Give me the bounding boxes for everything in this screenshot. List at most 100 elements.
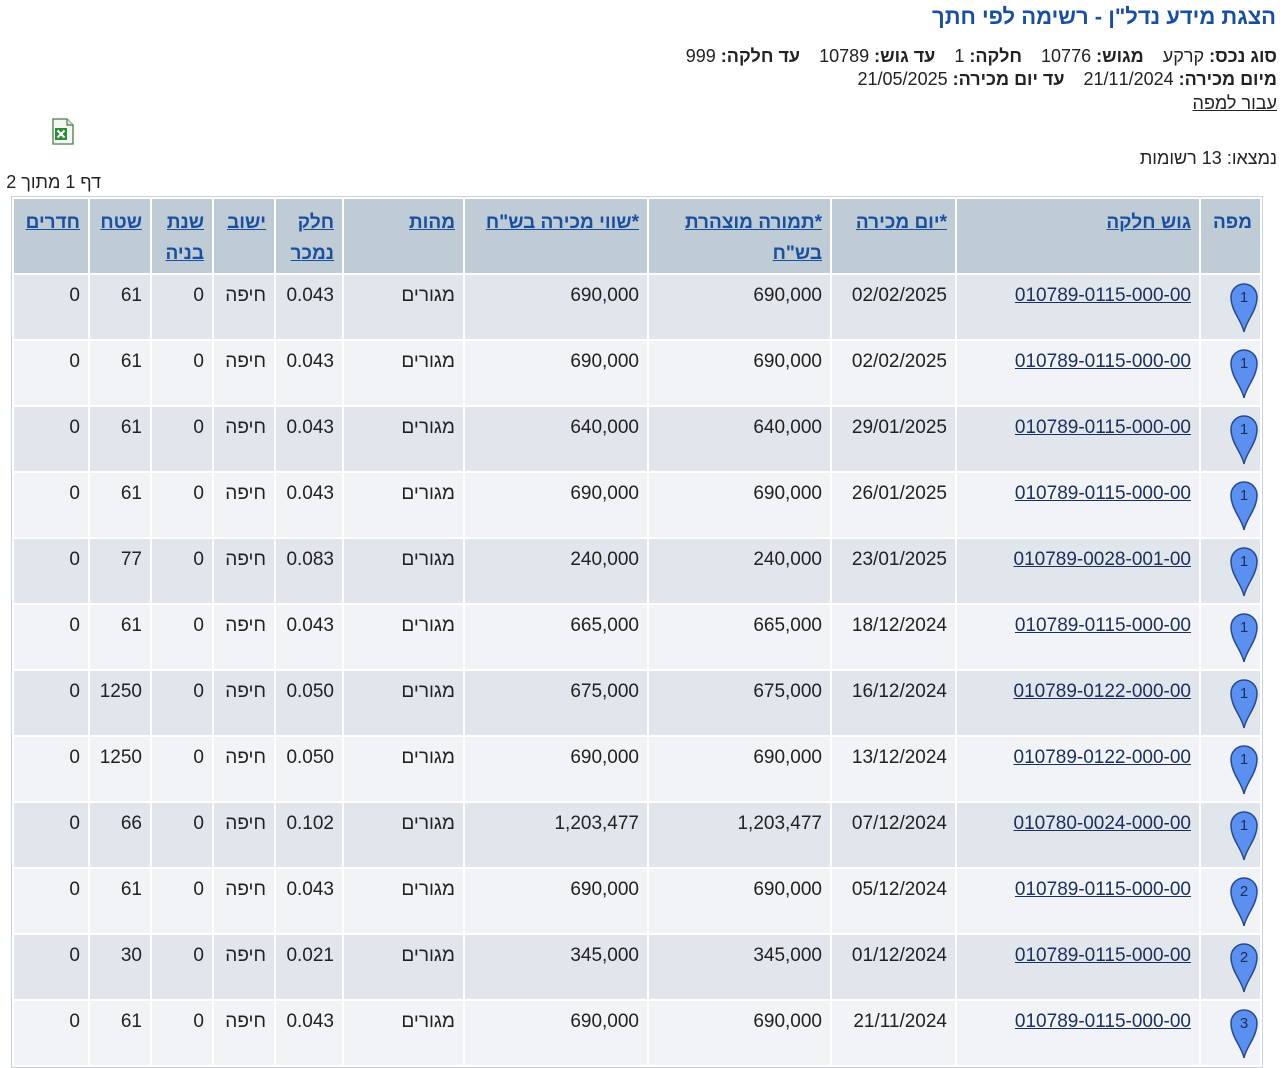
map-pin-icon[interactable]: 1 — [1228, 675, 1260, 729]
block-parcel-link[interactable]: 010789-0028-001-00 — [957, 539, 1199, 603]
sort-share-sold-link[interactable]: חלק נמכר — [291, 212, 334, 264]
header-map: מפה — [1201, 199, 1260, 273]
map-pin-cell[interactable]: 1 — [1201, 341, 1260, 405]
block-parcel-link[interactable]: 010789-0115-000-00 — [957, 341, 1199, 405]
area-cell: 61 — [90, 605, 150, 669]
rooms-cell: 0 — [14, 869, 88, 933]
map-pin-icon[interactable]: 1 — [1228, 543, 1260, 597]
sort-sale-date-link[interactable]: *יום מכירה — [856, 212, 947, 233]
block-parcel-link[interactable]: 010789-0115-000-00 — [957, 935, 1199, 999]
map-pin-icon[interactable]: 1 — [1228, 345, 1260, 399]
map-pin-icon[interactable]: 1 — [1228, 741, 1260, 795]
excel-file-icon[interactable] — [51, 118, 75, 145]
block-parcel-link[interactable]: 010789-0122-000-00 — [957, 737, 1199, 801]
block-parcel-link[interactable]: 010789-0115-000-00 — [957, 473, 1199, 537]
map-pin-icon[interactable]: 1 — [1228, 807, 1260, 861]
map-pin-icon[interactable]: 3 — [1228, 1005, 1260, 1059]
criteria-line-2: מיום מכירה: 21/11/2024 עד יום מכירה: 21/… — [858, 69, 1277, 90]
map-pin-cell[interactable]: 1 — [1201, 407, 1260, 471]
build-year-cell: 0 — [152, 671, 212, 735]
locality-cell: חיפה — [214, 671, 274, 735]
map-pin-icon[interactable]: 1 — [1228, 279, 1260, 333]
area-cell: 30 — [90, 935, 150, 999]
block-parcel-link[interactable]: 010789-0115-000-00 — [957, 407, 1199, 471]
header-declared-price[interactable]: *תמורה מוצהרת בש"ח — [649, 199, 830, 273]
header-sale-value[interactable]: *שווי מכירה בש"ח — [465, 199, 647, 273]
locality-cell: חיפה — [214, 1001, 274, 1065]
map-pin-cell[interactable]: 2 — [1201, 935, 1260, 999]
sale-date-cell: 18/12/2024 — [832, 605, 955, 669]
rooms-cell: 0 — [14, 737, 88, 801]
header-nature[interactable]: מהות — [344, 199, 463, 273]
map-pin-icon[interactable]: 1 — [1228, 609, 1260, 663]
block-parcel-link[interactable]: 010789-0122-000-00 — [957, 671, 1199, 735]
table-row: 1 010789-0115-000-00 18/12/2024 665,000 665,… — [14, 605, 1260, 669]
block-parcel-link[interactable]: 010789-0115-000-00 — [957, 605, 1199, 669]
nature-cell: מגורים — [344, 407, 463, 471]
sale-value-cell: 690,000 — [465, 473, 647, 537]
sale-date-cell: 16/12/2024 — [832, 671, 955, 735]
share-sold-cell: 0.043 — [276, 1001, 342, 1065]
declared-price-cell: 690,000 — [649, 473, 830, 537]
area-cell: 77 — [90, 539, 150, 603]
sort-sale-value-link[interactable]: *שווי מכירה בש"ח — [486, 212, 639, 233]
sort-locality-link[interactable]: ישוב — [227, 212, 266, 233]
area-cell: 61 — [90, 275, 150, 339]
area-cell: 66 — [90, 803, 150, 867]
header-block-parcel[interactable]: גוש חלקה — [957, 199, 1199, 273]
build-year-cell: 0 — [152, 275, 212, 339]
map-pin-icon[interactable]: 1 — [1228, 477, 1260, 531]
map-pin-cell[interactable]: 1 — [1201, 473, 1260, 537]
share-sold-cell: 0.050 — [276, 737, 342, 801]
map-pin-number: 3 — [1240, 1015, 1248, 1032]
rooms-cell: 0 — [14, 539, 88, 603]
map-pin-icon[interactable]: 1 — [1228, 411, 1260, 465]
sale-date-cell: 02/02/2025 — [832, 275, 955, 339]
declared-price-cell: 345,000 — [649, 935, 830, 999]
sale-value-cell: 240,000 — [465, 539, 647, 603]
locality-cell: חיפה — [214, 407, 274, 471]
map-pin-icon[interactable]: 2 — [1228, 939, 1260, 993]
sort-build-year-link[interactable]: שנת בניה — [165, 212, 204, 264]
map-pin-number: 1 — [1240, 685, 1248, 702]
table-row: 1 010789-0122-000-00 13/12/2024 690,000 690,… — [14, 737, 1260, 801]
sort-declared-price-link[interactable]: *תמורה מוצהרת בש"ח — [685, 212, 822, 264]
map-pin-cell[interactable]: 1 — [1201, 275, 1260, 339]
sort-area-link[interactable]: שטח — [100, 212, 142, 233]
header-locality[interactable]: ישוב — [214, 199, 274, 273]
locality-cell: חיפה — [214, 341, 274, 405]
build-year-cell: 0 — [152, 473, 212, 537]
header-build-year[interactable]: שנת בניה — [152, 199, 212, 273]
declared-price-cell: 690,000 — [649, 1001, 830, 1065]
share-sold-cell: 0.043 — [276, 275, 342, 339]
locality-cell: חיפה — [214, 473, 274, 537]
sale-date-cell: 26/01/2025 — [832, 473, 955, 537]
sort-nature-link[interactable]: מהות — [409, 212, 455, 233]
map-pin-cell[interactable]: 1 — [1201, 671, 1260, 735]
map-pin-cell[interactable]: 1 — [1201, 737, 1260, 801]
header-area[interactable]: שטח — [90, 199, 150, 273]
map-pin-cell[interactable]: 1 — [1201, 539, 1260, 603]
sort-rooms-link[interactable]: חדרים — [26, 212, 80, 233]
block-parcel-link[interactable]: 010789-0115-000-00 — [957, 275, 1199, 339]
map-pin-cell[interactable]: 2 — [1201, 869, 1260, 933]
block-parcel-link[interactable]: 010789-0115-000-00 — [957, 1001, 1199, 1065]
to-date-label: עד יום מכירה: — [952, 69, 1065, 89]
locality-cell: חיפה — [214, 539, 274, 603]
nature-cell: מגורים — [344, 473, 463, 537]
block-parcel-link[interactable]: 010780-0024-000-00 — [957, 803, 1199, 867]
block-parcel-link[interactable]: 010789-0115-000-00 — [957, 869, 1199, 933]
map-pin-icon[interactable]: 2 — [1228, 873, 1260, 927]
header-share-sold[interactable]: חלק נמכר — [276, 199, 342, 273]
map-pin-cell[interactable]: 1 — [1201, 803, 1260, 867]
rooms-cell: 0 — [14, 275, 88, 339]
sort-block-parcel-link[interactable]: גוש חלקה — [1106, 212, 1191, 233]
go-to-map-link[interactable]: עבור למפה — [1193, 93, 1277, 114]
rooms-cell: 0 — [14, 341, 88, 405]
header-sale-date[interactable]: *יום מכירה — [832, 199, 955, 273]
header-rooms[interactable]: חדרים — [14, 199, 88, 273]
map-pin-cell[interactable]: 1 — [1201, 605, 1260, 669]
nature-cell: מגורים — [344, 275, 463, 339]
nature-cell: מגורים — [344, 671, 463, 735]
map-pin-cell[interactable]: 3 — [1201, 1001, 1260, 1065]
